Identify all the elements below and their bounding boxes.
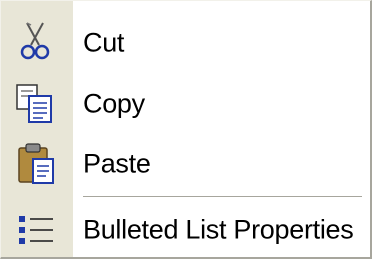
context-menu: Cut Copy Paste Bulleted List Properties [0,0,372,259]
menu-item-label: Paste [83,148,151,179]
menu-item-paste[interactable]: Paste [1,136,370,192]
scissors-icon [13,21,61,65]
menu-item-cut[interactable]: Cut [1,15,370,71]
menu-item-label: Copy [83,88,145,119]
menu-item-copy[interactable]: Copy [1,76,370,132]
menu-item-bulleted-list-properties[interactable]: Bulleted List Properties [1,202,370,258]
menu-item-label: Cut [83,27,125,58]
menu-separator [83,196,362,198]
bulleted-list-icon [13,208,61,252]
copy-icon [13,82,61,126]
paste-icon [13,142,61,186]
menu-item-label: Bulleted List Properties [83,214,354,245]
